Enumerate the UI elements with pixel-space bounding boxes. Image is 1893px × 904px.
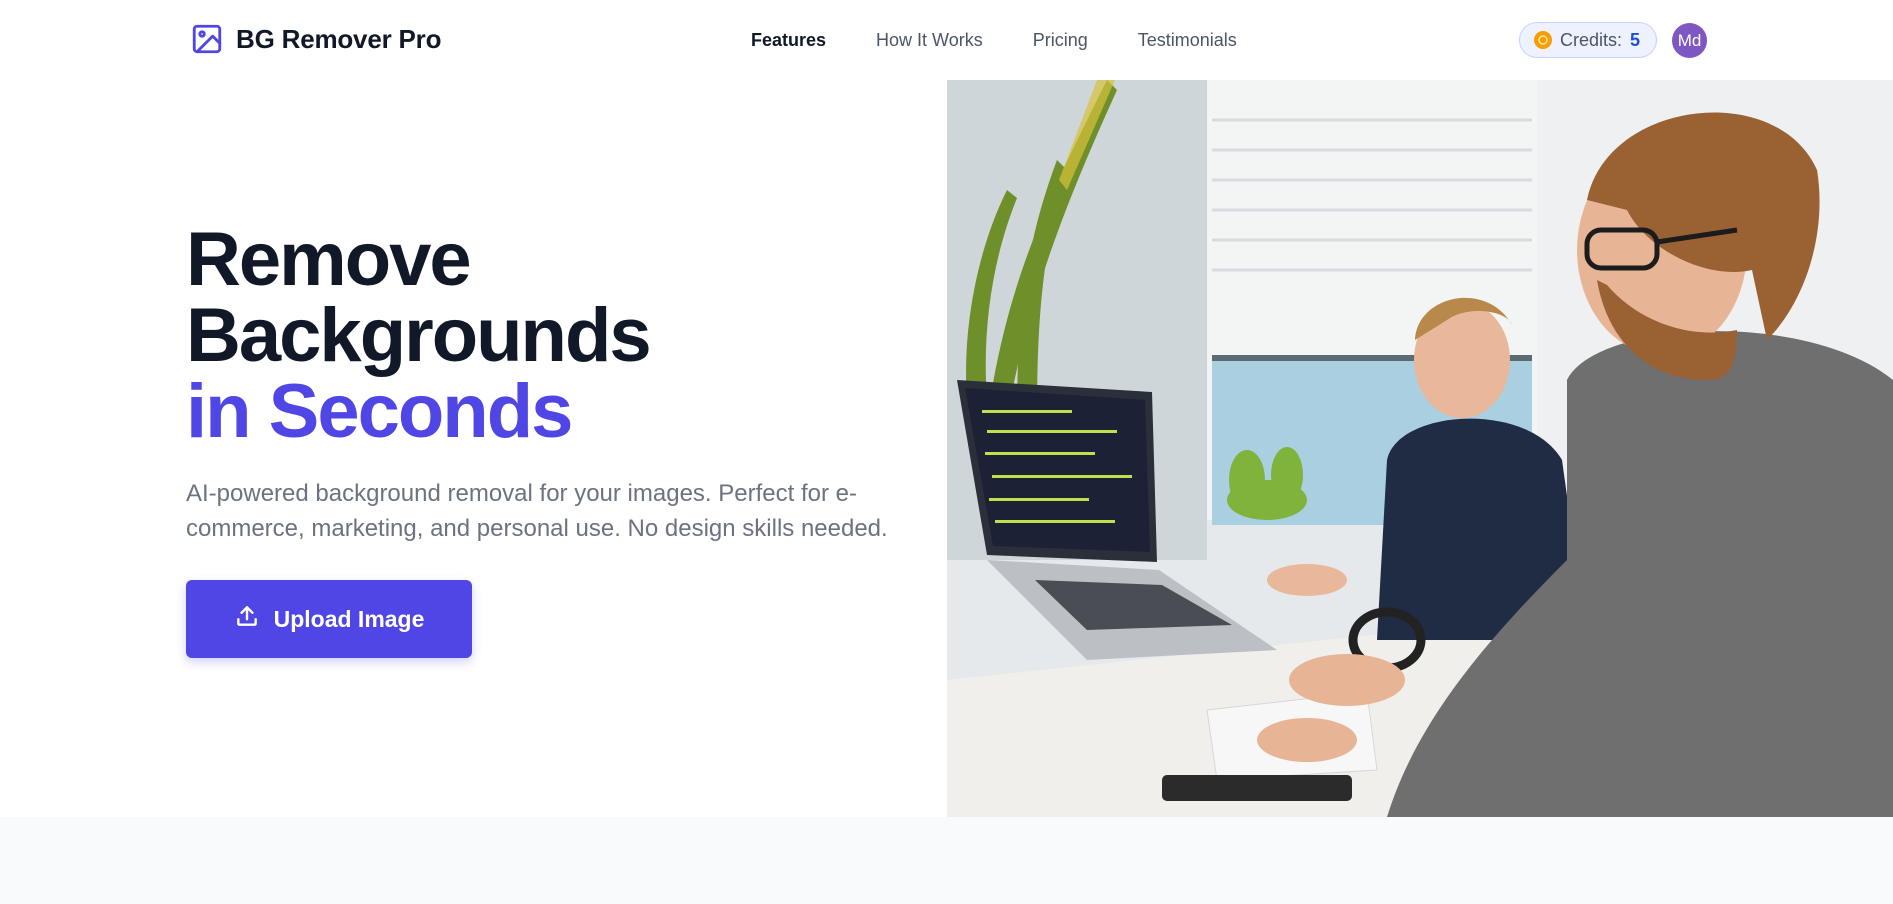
next-section-background [0,817,1893,904]
hero-title-line-1: Remove [186,217,472,302]
hero-subtitle: AI-powered background removal for your i… [186,480,888,542]
brand-logo[interactable]: BG Remover Pro [190,22,441,56]
hero-title: Remove Backgrounds in Seconds [186,222,926,450]
user-avatar[interactable]: Md [1672,23,1707,58]
hero-title-line-3: in Seconds [186,369,573,454]
nav-link-testimonials[interactable]: Testimonials [1138,30,1237,51]
top-navbar: BG Remover Pro Features How It Works Pri… [0,0,1893,80]
credits-badge[interactable]: Credits: 5 [1519,22,1658,58]
upload-image-button[interactable]: Upload Image [186,580,472,658]
credits-count: 5 [1630,29,1641,50]
upload-icon [234,603,260,635]
credits-label: Credits: [1560,29,1623,50]
brand-name: BG Remover Pro [236,23,442,54]
upload-button-label: Upload Image [273,605,425,632]
nav-link-how-it-works[interactable]: How It Works [876,30,983,51]
hero-image [947,80,1893,817]
main-nav: Features How It Works Pricing Testimonia… [751,30,1237,51]
coin-icon [1534,31,1552,49]
hero-title-line-2: Backgrounds [186,293,652,378]
nav-link-features[interactable]: Features [751,30,826,51]
hero-text: Remove Backgrounds in Seconds AI-powered… [186,222,926,546]
nav-link-pricing[interactable]: Pricing [1033,30,1088,51]
image-icon [190,22,224,56]
